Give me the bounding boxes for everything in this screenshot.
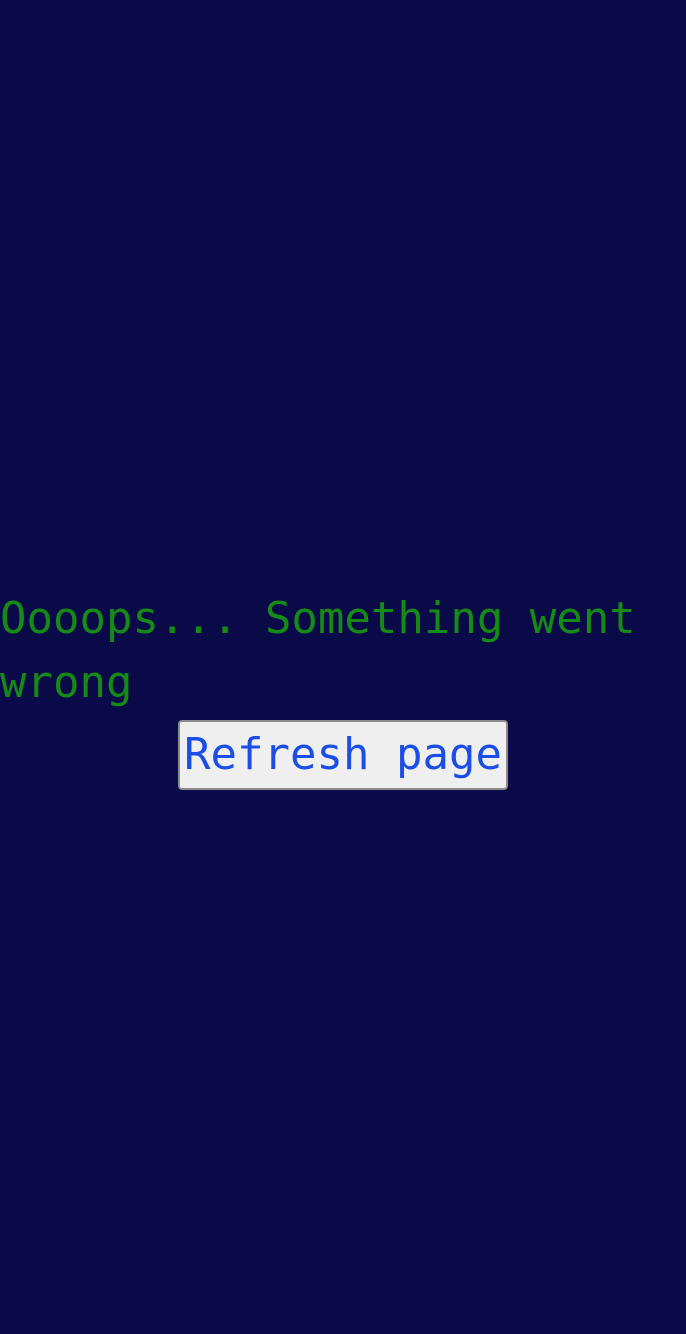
- error-message: Oooops... Something went wrong: [0, 593, 636, 708]
- error-container: Oooops... Something went wrong Refresh p…: [0, 587, 686, 790]
- refresh-page-button[interactable]: Refresh page: [178, 720, 508, 790]
- refresh-button-wrapper: Refresh page: [0, 720, 686, 790]
